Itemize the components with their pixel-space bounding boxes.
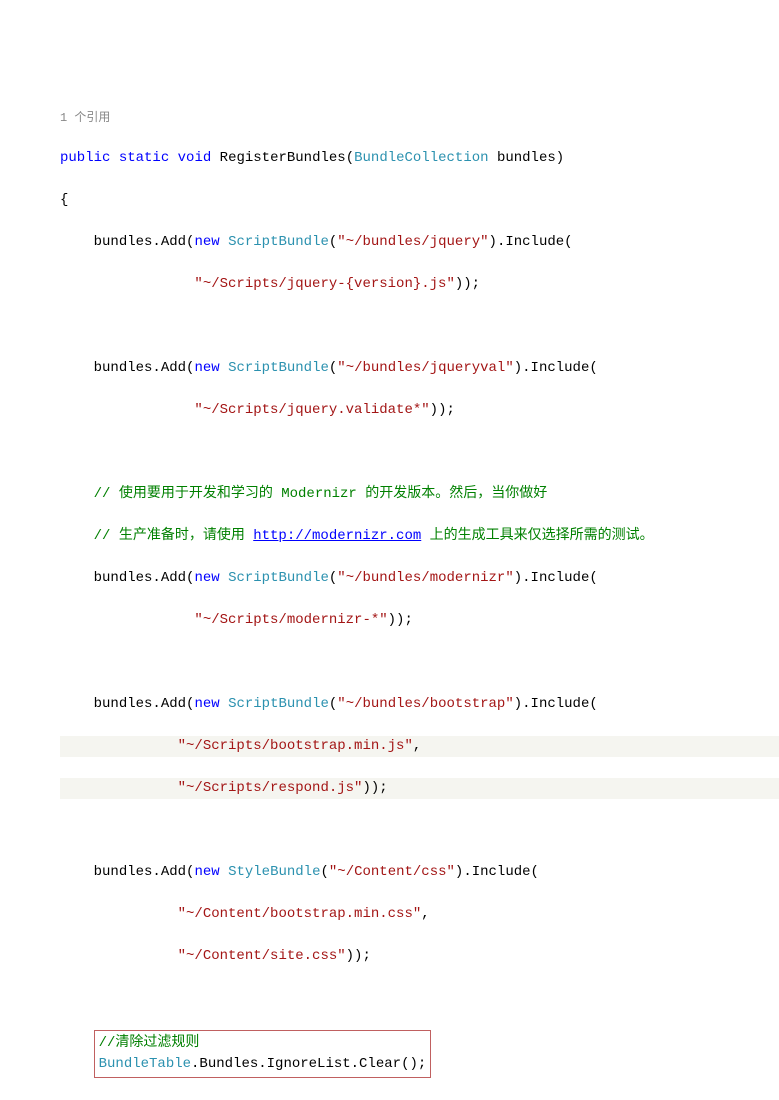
ignorelist-clear: .Bundles.IgnoreList.Clear(); xyxy=(191,1056,426,1072)
blank-line xyxy=(60,316,779,337)
bundle-jquery-file: "~/Scripts/jquery-{version}.js")); xyxy=(60,274,779,295)
bundle-add-bootstrap: bundles.Add(new ScriptBundle("~/bundles/… xyxy=(60,694,779,715)
keyword-public: public xyxy=(60,150,110,166)
highlight-box: //清除过滤规则 BundleTable.Bundles.IgnoreList.… xyxy=(94,1030,432,1078)
blank-line xyxy=(60,442,779,463)
bundle-add-css: bundles.Add(new StyleBundle("~/Content/c… xyxy=(60,862,779,883)
blank-line xyxy=(60,652,779,673)
blank-line xyxy=(60,820,779,841)
method-name: RegisterBundles xyxy=(220,150,346,166)
bundle-add-jquery: bundles.Add(new ScriptBundle("~/bundles/… xyxy=(60,232,779,253)
blank-line xyxy=(60,988,779,1009)
bundle-css-file1: "~/Content/bootstrap.min.css", xyxy=(60,904,779,925)
code-editor[interactable]: 1 个引用 public static void RegisterBundles… xyxy=(0,88,779,1100)
keyword-void: void xyxy=(178,150,212,166)
param-name: bundles xyxy=(497,150,556,166)
keyword-static: static xyxy=(119,150,169,166)
bundle-add-modernizr: bundles.Add(new ScriptBundle("~/bundles/… xyxy=(60,568,779,589)
reference-count[interactable]: 1 个引用 xyxy=(60,109,779,127)
bundletable-type: BundleTable xyxy=(99,1056,191,1072)
comment-modernizr-1: // 使用要用于开发和学习的 Modernizr 的开发版本。然后，当你做好 xyxy=(60,484,779,505)
bundle-bootstrap-file1: "~/Scripts/bootstrap.min.js", xyxy=(60,736,779,757)
bundle-bootstrap-file2: "~/Scripts/respond.js")); xyxy=(60,778,779,799)
method-signature: public static void RegisterBundles(Bundl… xyxy=(60,148,779,169)
highlighted-block: //清除过滤规则 BundleTable.Bundles.IgnoreList.… xyxy=(60,1030,779,1078)
param-type: BundleCollection xyxy=(354,150,488,166)
comment-clear-filter: //清除过滤规则 xyxy=(99,1035,200,1051)
bundle-css-file2: "~/Content/site.css")); xyxy=(60,946,779,967)
blank-line xyxy=(60,1099,779,1100)
bundle-add-jqueryval: bundles.Add(new ScriptBundle("~/bundles/… xyxy=(60,358,779,379)
modernizr-link[interactable]: http://modernizr.com xyxy=(253,528,421,544)
bundle-modernizr-file: "~/Scripts/modernizr-*")); xyxy=(60,610,779,631)
brace-open: { xyxy=(60,190,779,211)
bundle-jqueryval-file: "~/Scripts/jquery.validate*")); xyxy=(60,400,779,421)
comment-modernizr-2: // 生产准备时，请使用 http://modernizr.com 上的生成工具… xyxy=(60,526,779,547)
